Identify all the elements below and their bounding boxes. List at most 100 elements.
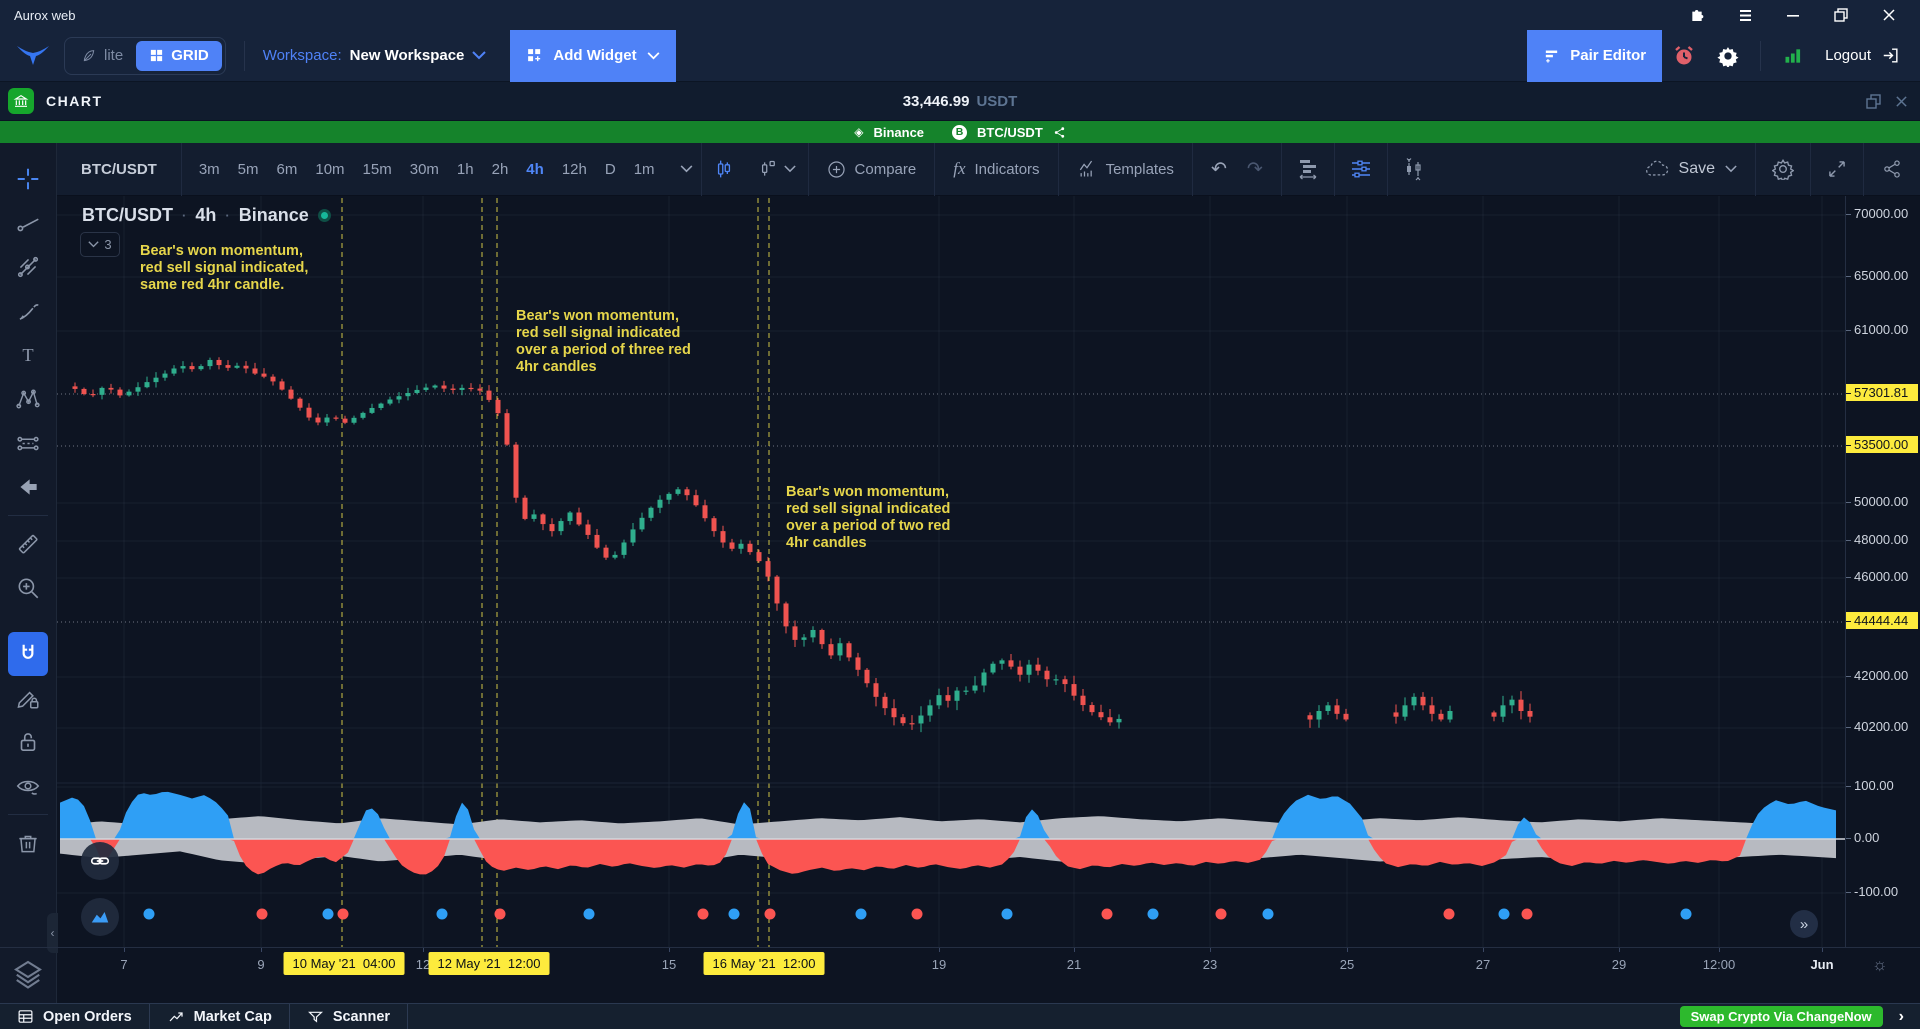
time-tick: 9 — [257, 957, 264, 972]
fx-icon: fx — [953, 159, 965, 179]
chart-annotation-1[interactable]: Bear's won momentum, red sell signal ind… — [140, 243, 308, 294]
share-pair-icon[interactable] — [1053, 126, 1066, 139]
timeframe-15m[interactable]: 15m — [356, 156, 399, 183]
timeframe-D[interactable]: D — [598, 156, 623, 183]
chart-legend[interactable]: BTC/USDT · 4h · Binance — [82, 205, 331, 226]
indicators-collapse-badge[interactable]: 3 — [80, 232, 120, 257]
workspace-selector[interactable]: Workspace: New Workspace — [263, 47, 487, 64]
time-axis[interactable]: ☼ 79121519212325272912:00Jun10 May '21 0… — [0, 947, 1920, 1003]
undo-icon[interactable]: ↶ — [1211, 158, 1227, 181]
scanner-button[interactable]: Scanner — [290, 1004, 408, 1029]
price-tick: 46000.00 — [1846, 569, 1920, 584]
theme-sun-icon[interactable]: ☼ — [1872, 955, 1888, 975]
zoom-in-tool[interactable] — [8, 566, 48, 610]
price-alert-label[interactable]: 44444.44 — [1846, 612, 1918, 629]
compare-button[interactable]: Compare — [809, 143, 935, 196]
xabcd-pattern-tool[interactable] — [8, 377, 48, 421]
chart-settings-icon[interactable] — [1756, 158, 1810, 180]
drawing-lock[interactable] — [8, 676, 48, 720]
settings-gear-icon[interactable] — [1706, 45, 1750, 67]
object-tree-icon[interactable] — [1282, 157, 1334, 181]
templates-button[interactable]: Templates — [1059, 143, 1192, 196]
chart-annotation-2[interactable]: Bear's won momentum, red sell signal ind… — [516, 308, 691, 376]
redo-icon[interactable]: ↷ — [1247, 158, 1263, 181]
chart-annotation-3[interactable]: Bear's won momentum, red sell signal ind… — [786, 484, 950, 552]
extensions-icon[interactable] — [1688, 6, 1706, 24]
indicator-style-button[interactable] — [81, 898, 119, 936]
logout-button[interactable]: Logout — [1815, 46, 1920, 65]
timeframe-3m[interactable]: 3m — [192, 156, 227, 183]
price-tick: 48000.00 — [1846, 532, 1920, 547]
price-axis[interactable]: 70000.0065000.0061000.0050000.0048000.00… — [1845, 196, 1920, 947]
chevron-down-icon — [472, 51, 486, 60]
timeframe-30m[interactable]: 30m — [403, 156, 446, 183]
brush-tool[interactable] — [8, 289, 48, 333]
goto-latest-button[interactable]: » — [1790, 910, 1818, 938]
alerts-icon[interactable] — [1662, 44, 1706, 68]
timeframe-6m[interactable]: 6m — [270, 156, 305, 183]
chart-toolbar: BTC/USDT 3m5m6m10m15m30m1h2h4h12hD1m Com… — [57, 143, 1920, 196]
candle-style-icon[interactable] — [702, 158, 746, 180]
aurox-logo[interactable] — [16, 44, 50, 68]
minimize-icon[interactable] — [1784, 6, 1802, 24]
drawing-time-label[interactable]: 16 May '21 12:00 — [704, 952, 825, 975]
chart-plot[interactable] — [57, 196, 1845, 947]
chart-type-icon[interactable] — [746, 158, 808, 180]
connection-status-icon[interactable] — [1771, 46, 1815, 66]
pair-editor-label: Pair Editor — [1570, 47, 1646, 64]
pair-editor-icon — [1543, 47, 1560, 64]
crosshair-icon — [15, 166, 41, 192]
symbol-button[interactable]: BTC/USDT — [57, 161, 181, 178]
fullscreen-icon[interactable] — [1811, 159, 1863, 179]
oscillator-tick: 0.00 — [1846, 830, 1920, 845]
add-widget-button[interactable]: Add Widget — [510, 30, 675, 82]
price-alert-label[interactable]: 57301.81 — [1846, 384, 1918, 401]
candle-compare-icon[interactable] — [1388, 157, 1440, 181]
trend-up-icon — [167, 1009, 185, 1025]
market-cap-button[interactable]: Market Cap — [150, 1004, 290, 1029]
save-button[interactable]: Save — [1627, 143, 1755, 196]
trend-line-tool[interactable] — [8, 201, 48, 245]
timeframe-1m[interactable]: 1m — [627, 156, 662, 183]
drawing-time-label[interactable]: 12 May '21 12:00 — [429, 952, 550, 975]
pair-editor-button[interactable]: Pair Editor — [1527, 30, 1662, 82]
timeframes-more-icon[interactable] — [680, 165, 693, 173]
app-toolbar: lite GRID Workspace: New Workspace Add W… — [0, 30, 1920, 82]
time-tick: 27 — [1476, 957, 1490, 972]
timeframe-1h[interactable]: 1h — [450, 156, 481, 183]
timeframe-10m[interactable]: 10m — [308, 156, 351, 183]
close-window-icon[interactable] — [1880, 6, 1898, 24]
timeframe-2h[interactable]: 2h — [485, 156, 516, 183]
hide-all-drawings[interactable] — [8, 764, 48, 808]
timeframe-4h[interactable]: 4h — [519, 156, 551, 183]
magnet-icon — [15, 641, 41, 667]
oscillator-tick: -100.00 — [1846, 884, 1920, 899]
price-alert-label[interactable]: 53500.00 — [1846, 436, 1918, 453]
arrow-tool[interactable] — [8, 465, 48, 509]
ruler-tool[interactable] — [8, 522, 48, 566]
lite-mode-button[interactable]: lite — [68, 41, 136, 71]
lock-all-drawings[interactable] — [8, 720, 48, 764]
timeframe-5m[interactable]: 5m — [231, 156, 266, 183]
swap-crypto-button[interactable]: Swap Crypto Via ChangeNow — [1680, 1006, 1883, 1027]
grid-mode-button[interactable]: GRID — [136, 41, 222, 71]
magnet-mode[interactable] — [8, 632, 48, 676]
menu-icon[interactable] — [1736, 6, 1754, 24]
open-orders-button[interactable]: Open Orders — [0, 1004, 150, 1029]
crosshair-tool[interactable] — [8, 157, 48, 201]
share-chart-icon[interactable] — [1864, 159, 1920, 179]
forecast-tool[interactable] — [8, 421, 48, 465]
link-scales-button[interactable] — [81, 842, 119, 880]
templates-label: Templates — [1106, 161, 1174, 178]
gann-fib-tool[interactable] — [8, 245, 48, 289]
remove-drawings[interactable] — [8, 821, 48, 865]
timeframe-12h[interactable]: 12h — [555, 156, 594, 183]
bottom-bar-expand-icon[interactable]: › — [1899, 1008, 1904, 1026]
text-tool[interactable]: T — [8, 333, 48, 377]
indicators-button[interactable]: fx Indicators — [935, 143, 1057, 196]
restore-window-icon[interactable] — [1832, 6, 1850, 24]
price-lines-icon[interactable] — [1335, 157, 1387, 181]
scanner-label: Scanner — [333, 1009, 390, 1025]
price-tick: 70000.00 — [1846, 206, 1920, 221]
drawing-time-label[interactable]: 10 May '21 04:00 — [284, 952, 405, 975]
